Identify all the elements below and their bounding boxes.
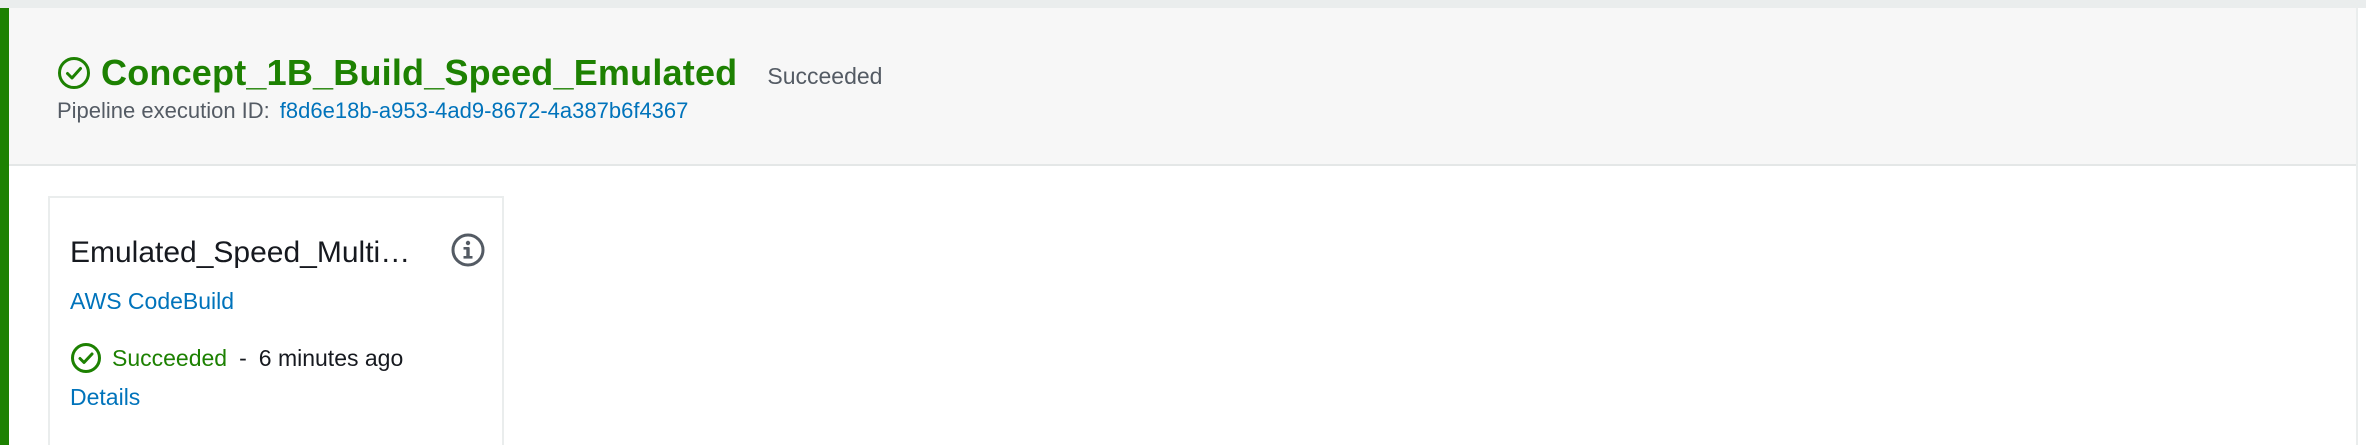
execution-id-label: Pipeline execution ID: (57, 98, 270, 123)
provider-link[interactable]: AWS CodeBuild (70, 288, 234, 315)
execution-id-link[interactable]: f8d6e18b-a953-4ad9-8672-4a387b6f4367 (280, 98, 689, 124)
check-circle-icon (58, 57, 90, 89)
previous-stage-edge (0, 0, 2366, 8)
action-status-row: Succeeded - 6 minutes ago (70, 342, 403, 374)
execution-id-row: Pipeline execution ID: f8d6e18b-a953-4ad… (57, 98, 688, 124)
pipeline-view: Concept_1B_Build_Speed_Emulated Succeede… (0, 0, 2366, 445)
stage-panel: Concept_1B_Build_Speed_Emulated Succeede… (0, 8, 2358, 445)
action-status: Succeeded (112, 344, 228, 371)
action-card: Emulated_Speed_Multi… AWS CodeBuild Succ… (48, 196, 504, 445)
status-separator: - (239, 344, 247, 371)
stage-header: Concept_1B_Build_Speed_Emulated Succeede… (9, 8, 2356, 166)
info-icon[interactable] (450, 232, 486, 268)
action-time-ago: 6 minutes ago (258, 344, 404, 371)
check-circle-icon (71, 343, 101, 373)
stage-status: Succeeded (767, 62, 883, 89)
stage-name: Concept_1B_Build_Speed_Emulated (101, 52, 738, 93)
stage-title-row: Concept_1B_Build_Speed_Emulated Succeede… (57, 46, 882, 100)
action-name: Emulated_Speed_Multi… (70, 236, 411, 269)
stage-status-bar (0, 8, 9, 445)
details-link[interactable]: Details (70, 384, 140, 411)
